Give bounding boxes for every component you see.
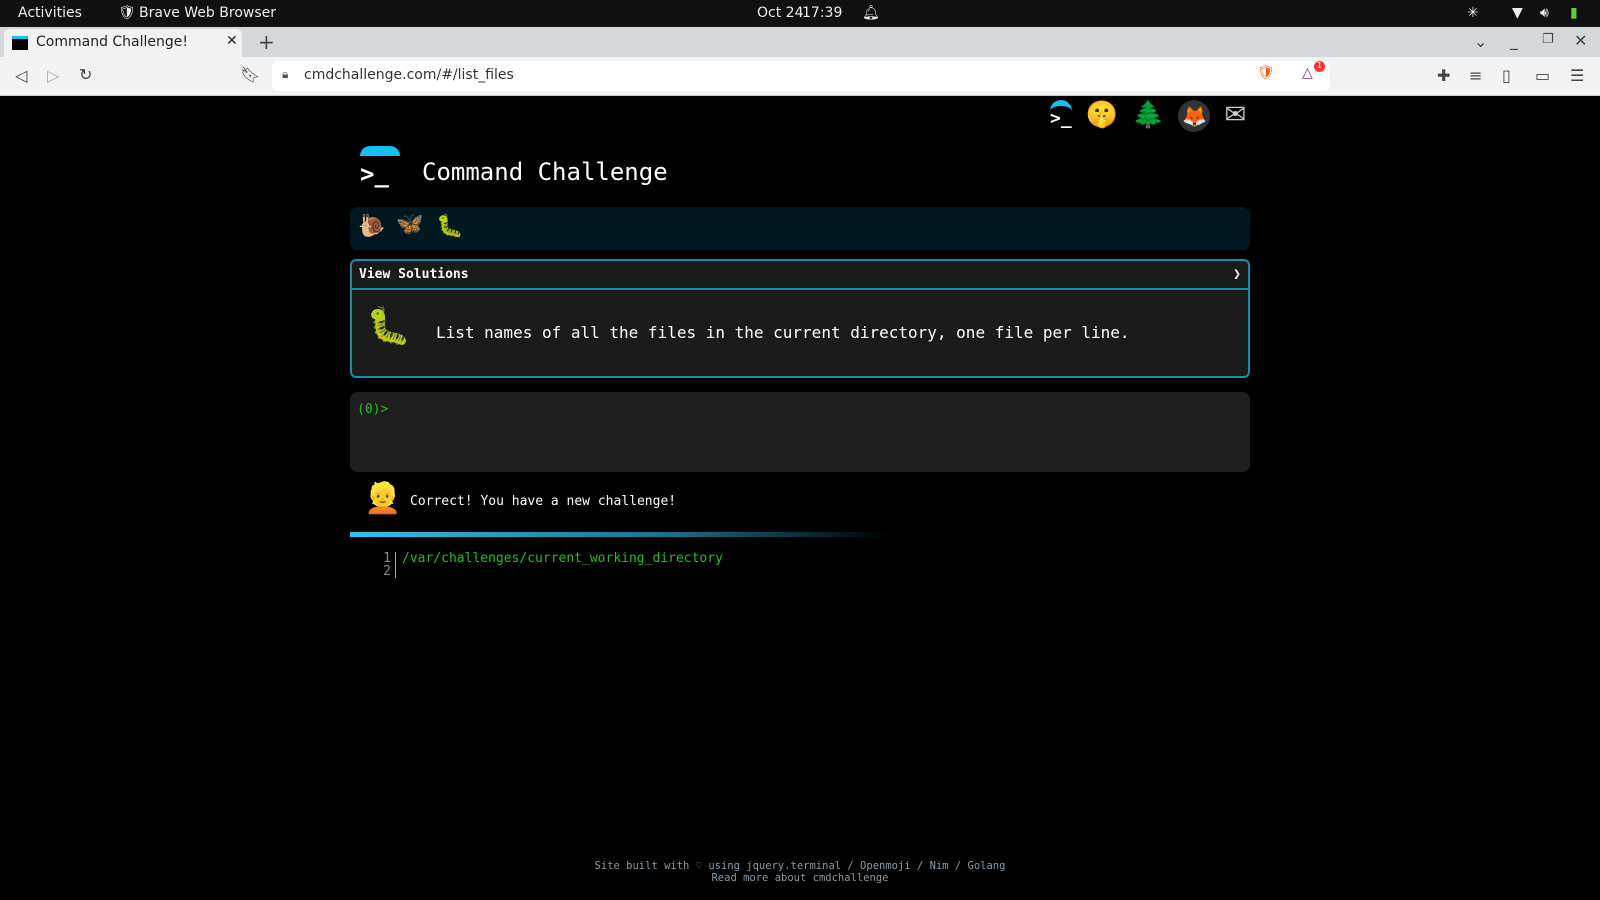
divider-bar: [350, 532, 890, 537]
bell-icon: 🔔︎: [862, 5, 880, 21]
tab-close-icon[interactable]: ✕: [226, 33, 238, 49]
footer-credits[interactable]: Site built with ♡ using jquery.terminal …: [0, 860, 1600, 872]
url-text: cmdchallenge.com/#/list_files: [304, 67, 514, 83]
caterpillar-icon[interactable]: 🐛: [436, 214, 463, 239]
time[interactable]: 17:39: [802, 5, 842, 21]
brave-rewards-icon[interactable]: △: [1302, 65, 1313, 81]
mail-icon[interactable]: ✉: [1224, 100, 1246, 132]
challenge-panel: View Solutions ❯ 🐛 List names of all the…: [350, 259, 1250, 378]
new-tab-button[interactable]: +: [258, 30, 275, 54]
system-top-bar: Activities 🛡 Brave Web Browser Oct 24 17…: [0, 0, 1600, 27]
close-window-icon[interactable]: ✕: [1574, 31, 1587, 50]
line-number: 2: [380, 565, 396, 578]
brave-icon: 🛡: [118, 5, 136, 21]
output-block: 1 /var/challenges/current_working_direct…: [380, 552, 723, 578]
tab-command-challenge[interactable]: Command Challenge! ✕: [4, 29, 242, 57]
header-links: >_ 🤫 🌲 🦊 ✉: [1050, 100, 1246, 132]
line-text: /var/challenges/current_working_director…: [402, 551, 723, 566]
brave-shields-icon[interactable]: 🛡: [1257, 65, 1275, 81]
address-bar[interactable]: 🔒︎ cmdchallenge.com/#/list_files 🛡 △ 1: [272, 61, 1330, 91]
tree-icon[interactable]: 🌲: [1132, 100, 1164, 132]
terminal-input[interactable]: (0)>: [350, 392, 1250, 472]
minimize-icon[interactable]: _: [1510, 31, 1518, 50]
rewards-badge: 1: [1314, 61, 1325, 72]
footer: Site built with ♡ using jquery.terminal …: [0, 860, 1600, 884]
logo-terminal-icon: >_: [358, 146, 400, 188]
line-text: [396, 565, 402, 578]
sidebar-icon[interactable]: ▯: [1502, 66, 1511, 85]
date[interactable]: Oct 24: [757, 5, 803, 21]
reload-icon[interactable]: ↻: [79, 65, 92, 84]
app-name: Brave Web Browser: [139, 5, 276, 21]
volume-icon[interactable]: 🔊︎: [1540, 5, 1549, 21]
page-title: Command Challenge: [422, 158, 668, 186]
slack-icon[interactable]: ✳: [1467, 5, 1479, 21]
snail-icon[interactable]: 🐌: [358, 214, 385, 239]
restore-icon[interactable]: ❐: [1542, 32, 1554, 47]
tab-title: Command Challenge!: [36, 34, 189, 50]
menu-icon[interactable]: ☰: [1570, 66, 1584, 85]
media-icon[interactable]: ≡: [1469, 66, 1482, 85]
output-line: 2: [380, 565, 723, 578]
butterfly-icon[interactable]: 🦋: [396, 212, 423, 237]
tab-strip: Command Challenge! ✕ + ⌄ _ ❐ ✕: [0, 27, 1600, 57]
footer-read-more-link[interactable]: Read more about cmdchallenge: [0, 872, 1600, 884]
lock-icon: 🔒︎: [282, 67, 289, 81]
browser-toolbar: ◁ ▷ ↻ 🔖︎ 🔒︎ cmdchallenge.com/#/list_file…: [0, 57, 1600, 96]
view-solutions-toggle[interactable]: View Solutions ❯: [352, 261, 1248, 290]
terminal-icon[interactable]: >_: [1050, 100, 1072, 132]
tab-list-chevron-icon[interactable]: ⌄: [1474, 32, 1487, 51]
chevron-right-icon: ❯: [1233, 267, 1241, 282]
wifi-icon[interactable]: ▼: [1512, 5, 1523, 21]
view-solutions-label: View Solutions: [359, 267, 469, 282]
gitlab-icon[interactable]: 🦊: [1178, 100, 1211, 132]
back-icon[interactable]: ◁: [15, 66, 27, 85]
favicon-terminal-icon: [12, 36, 28, 50]
battery-icon[interactable]: ▮: [1570, 5, 1578, 21]
progress-emoji-bar: 🐌 🦋 🐛: [350, 207, 1250, 250]
output-line: 1 /var/challenges/current_working_direct…: [380, 552, 723, 565]
terminal-prompt: (0)>: [357, 402, 389, 417]
extensions-icon[interactable]: ✚: [1437, 66, 1450, 85]
wallet-icon[interactable]: ▭: [1535, 66, 1550, 85]
forward-icon[interactable]: ▷: [47, 66, 59, 85]
person-avatar-icon: 👱: [364, 481, 402, 516]
bookmark-icon[interactable]: 🔖︎: [240, 65, 260, 84]
shushing-face-icon[interactable]: 🤫: [1086, 100, 1118, 132]
challenge-description: List names of all the files in the curre…: [436, 323, 1130, 342]
result-message: Correct! You have a new challenge!: [410, 494, 677, 509]
caterpillar-icon: 🐛: [366, 306, 411, 347]
activities-button[interactable]: Activities: [18, 5, 82, 21]
